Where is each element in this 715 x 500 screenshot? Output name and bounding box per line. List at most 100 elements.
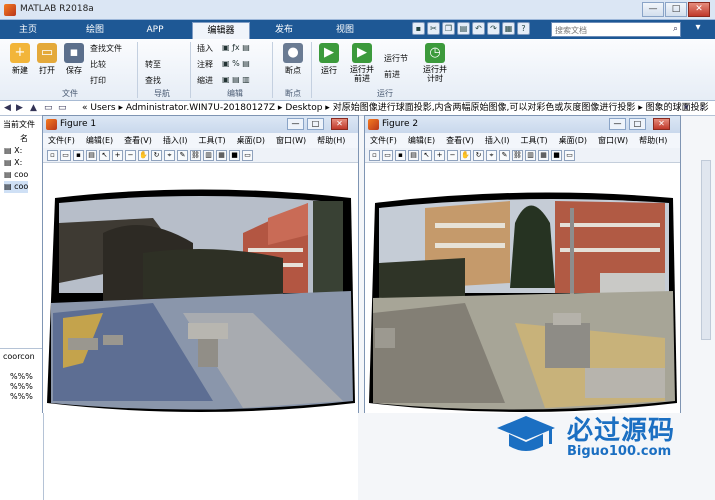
pan-icon[interactable]: ✋: [460, 150, 471, 161]
tab-apps[interactable]: APP: [130, 22, 180, 39]
figure-1-axes[interactable]: [43, 163, 358, 413]
save-icon[interactable]: ▪: [73, 150, 84, 161]
menu-insert[interactable]: 插入(I): [163, 136, 188, 145]
data-cursor-icon[interactable]: ⌖: [164, 150, 175, 161]
figure-2-maximize-button[interactable]: □: [629, 118, 646, 130]
print-icon[interactable]: ▤: [86, 150, 97, 161]
dock-icon[interactable]: ▭: [242, 150, 253, 161]
breadcrumb-overflow[interactable]: «: [82, 103, 88, 113]
figure-1-close-button[interactable]: ✕: [331, 118, 348, 130]
rotate-icon[interactable]: ↻: [473, 150, 484, 161]
menu-view[interactable]: 查看(V): [124, 136, 152, 145]
undo-icon[interactable]: ↶: [472, 22, 485, 35]
hide-tools-icon[interactable]: ■: [229, 150, 240, 161]
maximize-button[interactable]: □: [665, 2, 687, 17]
open-icon[interactable]: ▭: [60, 150, 71, 161]
vertical-scrollbar[interactable]: [701, 160, 711, 340]
list-item[interactable]: ▤ coo: [4, 181, 29, 193]
menu-tools[interactable]: 工具(T): [198, 136, 225, 145]
zoom-out-icon[interactable]: −: [447, 150, 458, 161]
insert-button[interactable]: 插入: [197, 43, 213, 54]
figure-1-window[interactable]: Figure 1 — □ ✕ 文件(F) 编辑(E) 查看(V) 插入(I) 工具(T)…: [42, 115, 359, 413]
legend-icon[interactable]: ▦: [538, 150, 549, 161]
close-button[interactable]: ✕: [688, 2, 710, 17]
folder-icon[interactable]: ▭: [58, 101, 67, 115]
menu-insert[interactable]: 插入(I): [485, 136, 510, 145]
figure-2-window[interactable]: Figure 2 — □ ✕ 文件(F) 编辑(E) 查看(V) 插入(I) 工具(T)…: [364, 115, 681, 413]
percent-icon[interactable]: ▣ % ▤: [222, 59, 250, 68]
breakpoints-button[interactable]: ● 断点: [279, 43, 307, 76]
tab-plots[interactable]: 绘图: [70, 22, 120, 39]
indent-icon[interactable]: ▣ ▤ ▥: [222, 75, 250, 84]
switch-windows-icon[interactable]: ▦: [502, 22, 515, 35]
breadcrumb-project[interactable]: 对原始图像进行球面投影,内含两幅原始图像,可以对彩色或灰度图像进行投影: [333, 103, 636, 113]
dock-icon[interactable]: ▭: [564, 150, 575, 161]
tab-home[interactable]: 主页: [8, 22, 48, 39]
find-button[interactable]: 查找: [145, 75, 161, 86]
comment-button[interactable]: 注释: [197, 59, 213, 70]
list-item[interactable]: ▤ coo: [4, 169, 28, 181]
run-section-button[interactable]: 运行节: [384, 53, 408, 64]
new-button[interactable]: + 新建: [7, 43, 33, 76]
print-button[interactable]: 打印: [90, 75, 106, 86]
search-input[interactable]: 搜索文档 ⌕: [551, 22, 681, 37]
menu-help[interactable]: 帮助(H): [639, 136, 667, 145]
figure-1-minimize-button[interactable]: —: [287, 118, 304, 130]
brush-icon[interactable]: ✎: [177, 150, 188, 161]
tab-publish[interactable]: 发布: [258, 22, 310, 39]
search-folder-icon[interactable]: ⌕: [700, 101, 705, 115]
fx-icon[interactable]: ▣ ƒx ▤: [222, 43, 250, 52]
find-files-button[interactable]: 查找文件: [90, 43, 122, 54]
print-icon[interactable]: ▤: [408, 150, 419, 161]
column-header-name[interactable]: 名: [20, 133, 28, 144]
link-icon[interactable]: ⛓: [190, 150, 201, 161]
figure-2-titlebar[interactable]: Figure 2 — □ ✕: [365, 116, 680, 133]
menu-desktop[interactable]: 桌面(D): [237, 136, 265, 145]
cut-icon[interactable]: ✂: [427, 22, 440, 35]
paste-icon[interactable]: ▤: [457, 22, 470, 35]
menu-help[interactable]: 帮助(H): [317, 136, 345, 145]
colorbar-icon[interactable]: ▥: [203, 150, 214, 161]
menu-file[interactable]: 文件(F): [48, 136, 75, 145]
pan-icon[interactable]: ✋: [138, 150, 149, 161]
browse-folder-icon[interactable]: ▭: [44, 101, 53, 115]
indent-button[interactable]: 缩进: [197, 75, 213, 86]
colorbar-icon[interactable]: ▥: [525, 150, 536, 161]
search-icon[interactable]: ⌕: [673, 24, 678, 34]
breadcrumb-users[interactable]: Users: [90, 103, 115, 113]
menu-edit[interactable]: 编辑(E): [86, 136, 113, 145]
rotate-icon[interactable]: ↻: [151, 150, 162, 161]
data-cursor-icon[interactable]: ⌖: [486, 150, 497, 161]
compare-button[interactable]: 比较: [90, 59, 106, 70]
pointer-icon[interactable]: ↖: [99, 150, 110, 161]
breadcrumb[interactable]: « Users ▸ Administrator.WIN7U-20180127Z …: [82, 101, 709, 115]
goto-button[interactable]: 转至: [145, 59, 161, 70]
save-button[interactable]: ▪ 保存: [61, 43, 87, 76]
tab-view[interactable]: 视图: [320, 22, 370, 39]
help-icon[interactable]: ?: [517, 22, 530, 35]
run-advance-button[interactable]: ▶ 运行并 前进: [345, 43, 379, 83]
breadcrumb-desktop[interactable]: Desktop: [285, 103, 322, 113]
path-dropdown-icon[interactable]: ▾: [684, 101, 689, 115]
advance-button[interactable]: 前进: [384, 69, 400, 80]
link-icon[interactable]: ⛓: [512, 150, 523, 161]
menu-view[interactable]: 查看(V): [446, 136, 474, 145]
zoom-out-icon[interactable]: −: [125, 150, 136, 161]
help-dropdown[interactable]: ▾: [686, 22, 710, 37]
redo-icon[interactable]: ↷: [487, 22, 500, 35]
menu-window[interactable]: 窗口(W): [276, 136, 306, 145]
tab-editor[interactable]: 编辑器: [192, 22, 250, 39]
legend-icon[interactable]: ▦: [216, 150, 227, 161]
menu-tools[interactable]: 工具(T): [520, 136, 547, 145]
figure-2-axes[interactable]: [365, 163, 680, 413]
save-icon[interactable]: ▪: [395, 150, 406, 161]
back-icon[interactable]: ◀: [4, 101, 11, 115]
figure-1-maximize-button[interactable]: □: [307, 118, 324, 130]
zoom-in-icon[interactable]: +: [434, 150, 445, 161]
list-item[interactable]: ▤ X:: [4, 157, 28, 169]
list-item[interactable]: ▤ X:: [4, 145, 28, 157]
run-button[interactable]: ▶ 运行: [316, 43, 342, 76]
copy-icon[interactable]: ❐: [442, 22, 455, 35]
up-folder-icon[interactable]: ▲: [30, 101, 37, 115]
menu-edit[interactable]: 编辑(E): [408, 136, 435, 145]
